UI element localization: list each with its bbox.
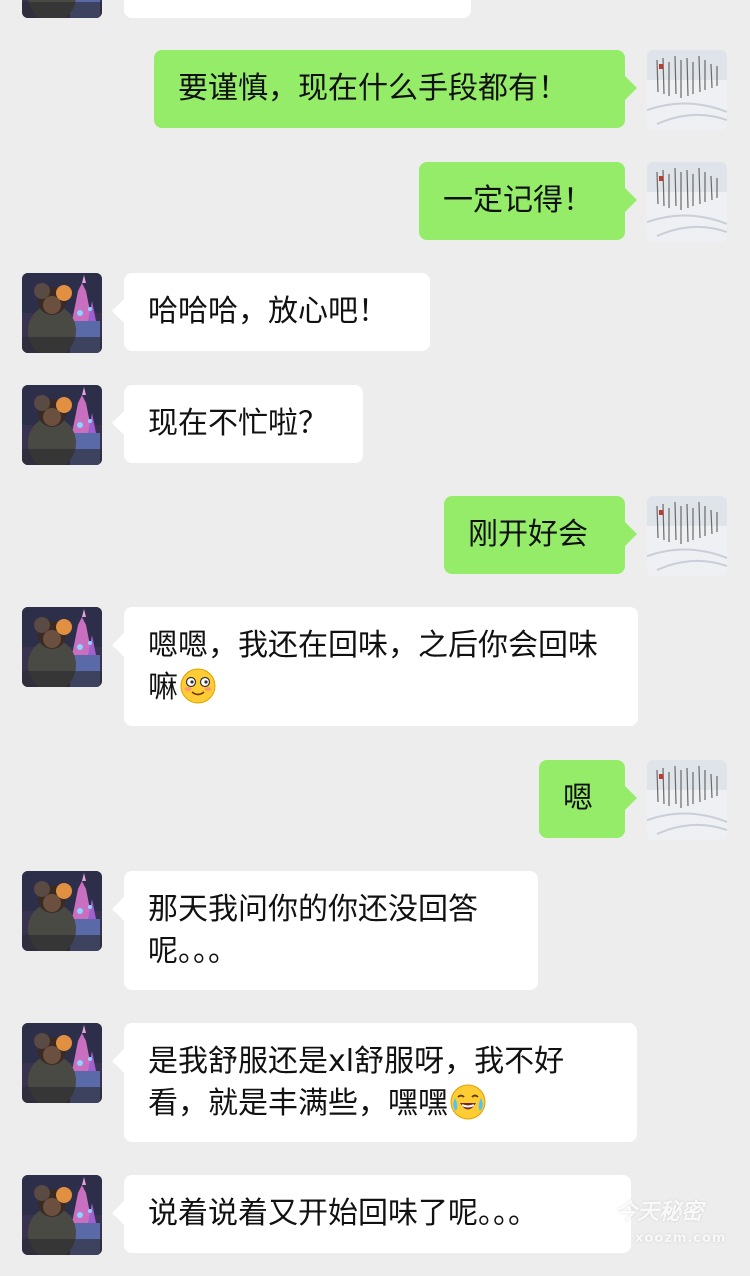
incoming-message-bubble[interactable]: 现在不忙啦？ — [112, 385, 363, 463]
message-text: 说着说着又开始回味了呢。。。 — [148, 1196, 538, 1231]
watermark-domain: xoozm.com — [635, 1231, 727, 1246]
self-avatar[interactable] — [647, 162, 727, 242]
smiling-blush-emoji-icon — [180, 668, 216, 704]
message-text: 是我舒服还是xl舒服呀，我不好看，就是丰满些，嘿嘿 — [148, 1044, 565, 1121]
self-avatar[interactable] — [647, 496, 727, 576]
contact-avatar[interactable] — [22, 273, 102, 353]
outgoing-message-bubble[interactable]: 一定记得！ — [419, 162, 637, 240]
watermark: 今天秘密 xoozm.com — [615, 1200, 726, 1252]
contact-avatar[interactable] — [22, 385, 102, 465]
watermark-title: 今天秘密 — [615, 1200, 704, 1225]
laughing-tears-emoji-icon — [450, 1084, 486, 1120]
outgoing-message-bubble[interactable]: 刚开好会 — [444, 496, 637, 574]
outgoing-message-bubble[interactable]: 要谨慎，现在什么手段都有！ — [154, 50, 637, 128]
incoming-message-bubble[interactable]: 哈哈哈，放心吧！ — [112, 273, 430, 351]
contact-avatar[interactable] — [22, 871, 102, 951]
contact-avatar[interactable] — [22, 1175, 102, 1255]
message-text: 嗯 — [563, 781, 593, 816]
contact-avatar[interactable] — [22, 607, 102, 687]
message-text: 那天我问你的你还没回答呢。。。 — [148, 892, 478, 969]
incoming-message-bubble[interactable]: 是我舒服还是xl舒服呀，我不好看，就是丰满些，嘿嘿 — [112, 1023, 637, 1142]
message-text: 哈哈哈，放心吧！ — [148, 294, 388, 329]
message-text: 刚开好会 — [468, 517, 588, 552]
contact-avatar[interactable] — [22, 0, 102, 18]
outgoing-message-bubble[interactable]: 嗯 — [539, 760, 637, 838]
contact-avatar[interactable] — [22, 1023, 102, 1103]
incoming-message-bubble[interactable] — [124, 0, 471, 18]
incoming-message-bubble[interactable]: 嗯嗯，我还在回味，之后你会回味嘛 — [112, 607, 638, 726]
incoming-message-bubble[interactable]: 那天我问你的你还没回答呢。。。 — [112, 871, 538, 990]
message-text: 一定记得！ — [443, 183, 593, 218]
message-text: 现在不忙啦？ — [148, 406, 328, 441]
self-avatar[interactable] — [647, 760, 727, 840]
message-text: 要谨慎，现在什么手段都有！ — [178, 71, 568, 106]
incoming-message-bubble[interactable]: 说着说着又开始回味了呢。。。 — [112, 1175, 631, 1253]
self-avatar[interactable] — [647, 50, 727, 130]
